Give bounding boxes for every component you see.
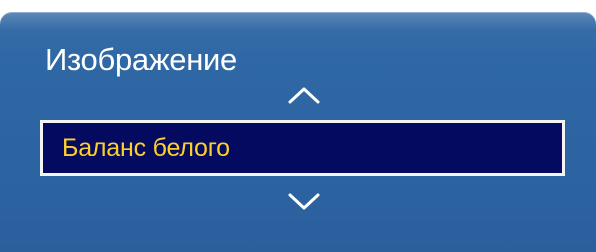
menu-item-label: Баланс белого: [62, 134, 230, 162]
chevron-down-icon: [288, 193, 320, 210]
menu-title: Изображение: [45, 42, 237, 77]
chevron-up-icon: [288, 87, 320, 104]
menu-item-white-balance[interactable]: Баланс белого: [40, 120, 565, 176]
scroll-down-button[interactable]: [287, 192, 321, 212]
scroll-up-button[interactable]: [287, 85, 321, 105]
menu-panel: Изображение Баланс белого: [0, 12, 596, 252]
